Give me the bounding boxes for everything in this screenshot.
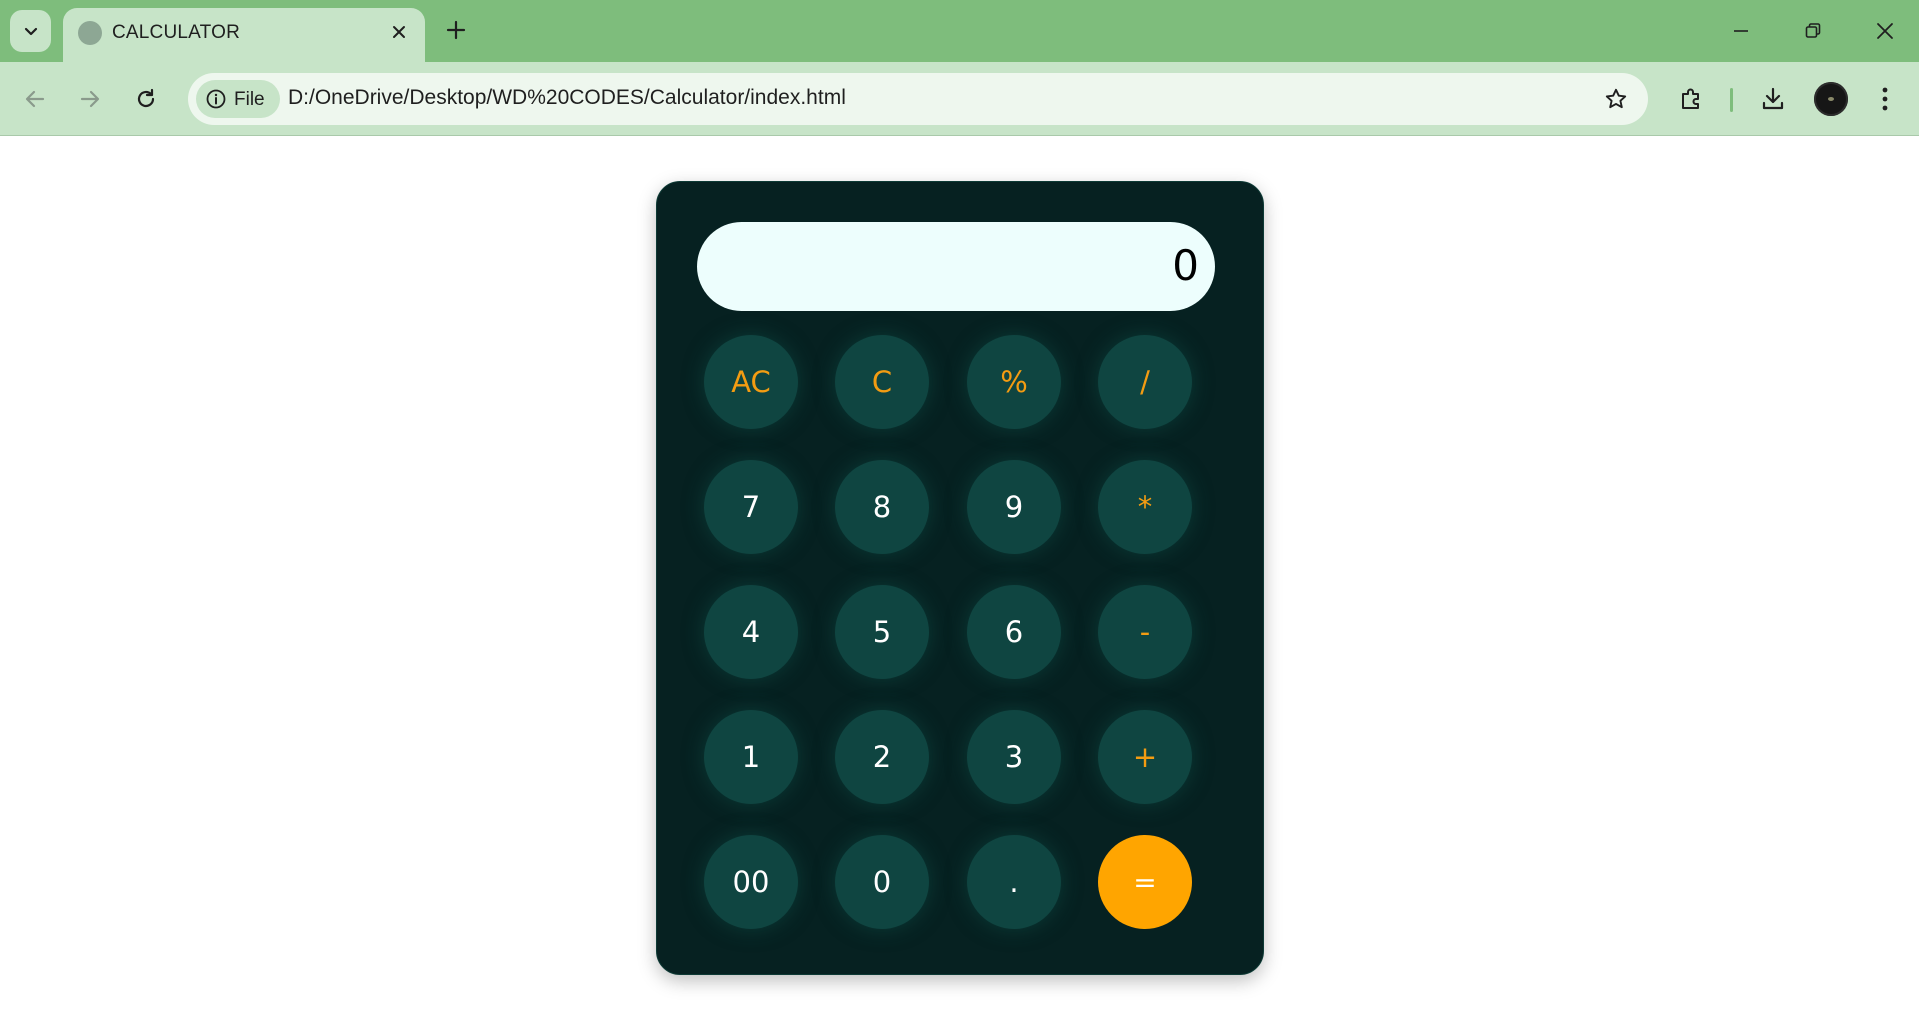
bookmark-button[interactable] bbox=[1600, 83, 1632, 115]
toolbar-divider bbox=[1730, 88, 1733, 112]
arrow-left-icon bbox=[25, 90, 45, 108]
downloads-button[interactable] bbox=[1753, 79, 1793, 119]
plus-icon bbox=[446, 20, 466, 40]
address-bar[interactable]: File D:/OneDrive/Desktop/WD%20CODES/Calc… bbox=[188, 73, 1648, 125]
key-5[interactable]: 5 bbox=[835, 585, 929, 679]
back-button[interactable] bbox=[15, 79, 55, 119]
key-decimal[interactable]: . bbox=[967, 835, 1061, 929]
forward-button[interactable] bbox=[70, 79, 110, 119]
key-6[interactable]: 6 bbox=[967, 585, 1061, 679]
new-tab-button[interactable] bbox=[440, 14, 472, 46]
reload-icon bbox=[137, 88, 155, 108]
key-clear[interactable]: C bbox=[835, 335, 929, 429]
more-vertical-icon bbox=[1882, 87, 1888, 111]
extensions-button[interactable] bbox=[1671, 79, 1711, 119]
key-subtract[interactable]: - bbox=[1098, 585, 1192, 679]
key-equals[interactable]: = bbox=[1098, 835, 1192, 929]
info-icon bbox=[206, 89, 226, 109]
key-percent[interactable]: % bbox=[967, 335, 1061, 429]
tab-close-button[interactable] bbox=[385, 18, 413, 46]
tab-strip: CALCULATOR bbox=[0, 0, 1919, 62]
star-icon bbox=[1605, 88, 1627, 109]
display-value: 0 bbox=[1172, 241, 1199, 290]
close-icon bbox=[393, 26, 405, 38]
url-text[interactable]: D:/OneDrive/Desktop/WD%20CODES/Calculato… bbox=[288, 86, 846, 110]
minimize-button[interactable] bbox=[1718, 12, 1764, 50]
key-8[interactable]: 8 bbox=[835, 460, 929, 554]
key-all-clear[interactable]: AC bbox=[704, 335, 798, 429]
restore-button[interactable] bbox=[1790, 12, 1836, 50]
download-icon bbox=[1762, 87, 1784, 110]
key-divide[interactable]: / bbox=[1098, 335, 1192, 429]
minimize-icon bbox=[1734, 30, 1748, 32]
tab-title: CALCULATOR bbox=[112, 22, 240, 43]
key-multiply[interactable]: * bbox=[1098, 460, 1192, 554]
site-info-chip[interactable]: File bbox=[196, 80, 280, 118]
key-add[interactable]: + bbox=[1098, 710, 1192, 804]
key-2[interactable]: 2 bbox=[835, 710, 929, 804]
key-4[interactable]: 4 bbox=[704, 585, 798, 679]
key-3[interactable]: 3 bbox=[967, 710, 1061, 804]
key-1[interactable]: 1 bbox=[704, 710, 798, 804]
calculator: 0 AC C % / 7 8 9 * 4 5 6 - 1 2 3 + 00 0 … bbox=[656, 181, 1264, 975]
key-double-zero[interactable]: 00 bbox=[704, 835, 798, 929]
key-0[interactable]: 0 bbox=[835, 835, 929, 929]
site-info-label: File bbox=[234, 89, 265, 110]
profile-avatar[interactable] bbox=[1814, 82, 1848, 116]
restore-icon bbox=[1805, 23, 1821, 38]
key-9[interactable]: 9 bbox=[967, 460, 1061, 554]
chevron-down-icon bbox=[24, 27, 37, 36]
tab-search-button[interactable] bbox=[10, 10, 51, 52]
arrow-right-icon bbox=[80, 90, 100, 108]
globe-icon bbox=[78, 21, 102, 45]
close-icon bbox=[1877, 23, 1893, 39]
reload-button[interactable] bbox=[126, 79, 166, 119]
calculator-display[interactable]: 0 bbox=[697, 222, 1215, 311]
close-window-button[interactable] bbox=[1862, 12, 1908, 50]
tab-calculator[interactable]: CALCULATOR bbox=[63, 8, 425, 62]
puzzle-icon bbox=[1682, 88, 1699, 109]
browser-toolbar: File D:/OneDrive/Desktop/WD%20CODES/Calc… bbox=[0, 62, 1919, 136]
key-7[interactable]: 7 bbox=[704, 460, 798, 554]
browser-menu-button[interactable] bbox=[1865, 79, 1905, 119]
